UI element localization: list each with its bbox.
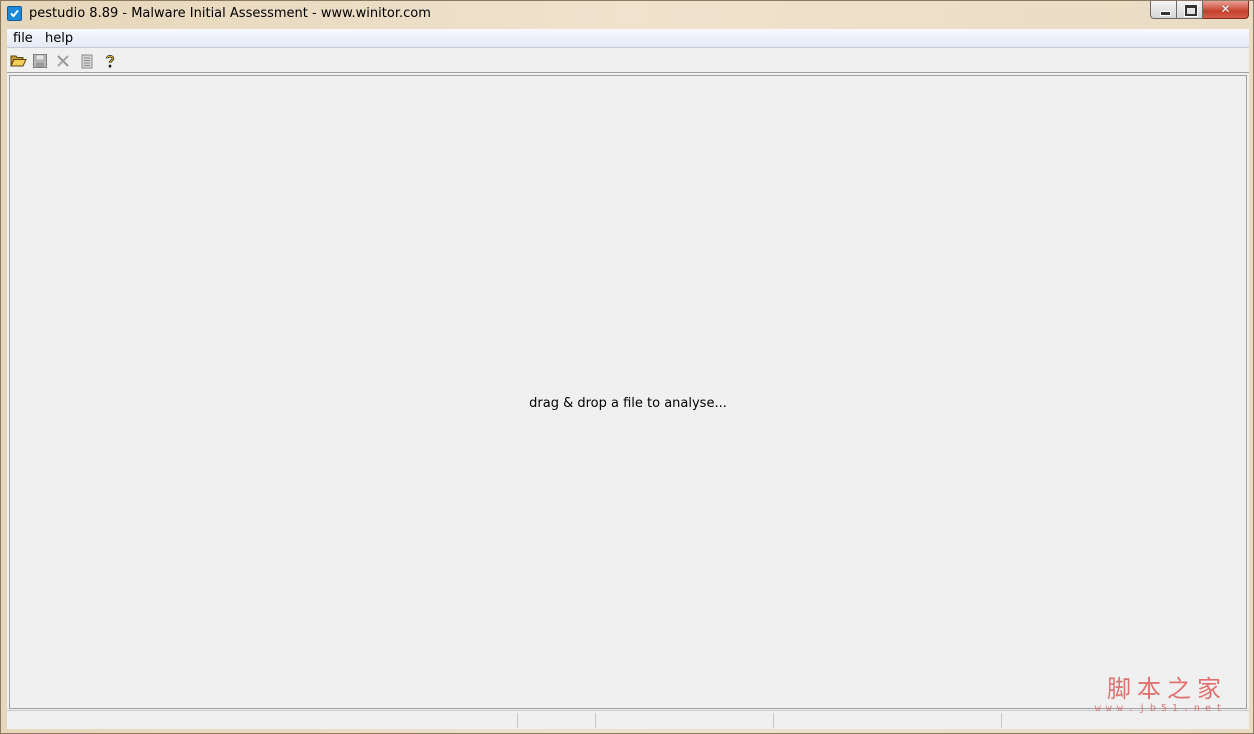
status-separator xyxy=(773,713,774,728)
open-folder-icon xyxy=(10,55,27,67)
status-separator xyxy=(595,713,596,728)
menu-help[interactable]: help xyxy=(45,31,73,46)
menu-bar: file help xyxy=(7,29,1249,48)
open-file-button[interactable] xyxy=(10,53,28,69)
minimize-icon xyxy=(1160,11,1171,16)
help-icon xyxy=(105,55,115,68)
close-file-button[interactable] xyxy=(55,53,73,69)
toolbar xyxy=(7,49,1249,73)
drop-area[interactable]: drag & drop a file to analyse... xyxy=(9,75,1247,709)
title-bar[interactable]: pestudio 8.89 - Malware Initial Assessme… xyxy=(1,1,1253,28)
copy-button[interactable] xyxy=(79,53,97,69)
save-icon xyxy=(33,54,47,68)
maximize-icon xyxy=(1184,4,1198,17)
close-icon: ✕ xyxy=(1220,2,1231,16)
clipboard-icon xyxy=(81,54,93,69)
app-window: pestudio 8.89 - Malware Initial Assessme… xyxy=(0,0,1254,734)
status-separator xyxy=(1001,713,1002,728)
close-button[interactable]: ✕ xyxy=(1203,1,1249,19)
window-title: pestudio 8.89 - Malware Initial Assessme… xyxy=(29,6,431,21)
maximize-button[interactable] xyxy=(1177,1,1203,19)
watermark-url: www.jb51.net xyxy=(1094,703,1227,714)
drop-hint-text: drag & drop a file to analyse... xyxy=(529,396,727,411)
save-button[interactable] xyxy=(32,53,50,69)
watermark: 脚本之家 www.jb51.net xyxy=(1095,675,1227,715)
client-area: file help drag & drop a file to analyse.… xyxy=(7,29,1249,729)
watermark-title: 脚本之家 xyxy=(1107,675,1227,703)
close-file-icon xyxy=(57,55,69,67)
checkbox-check-icon xyxy=(7,6,22,21)
status-bar xyxy=(7,710,1249,729)
menu-file[interactable]: file xyxy=(13,31,33,46)
window-controls: ✕ xyxy=(1150,1,1249,19)
minimize-button[interactable] xyxy=(1150,1,1177,19)
help-button[interactable] xyxy=(102,53,120,69)
status-separator xyxy=(517,713,518,728)
